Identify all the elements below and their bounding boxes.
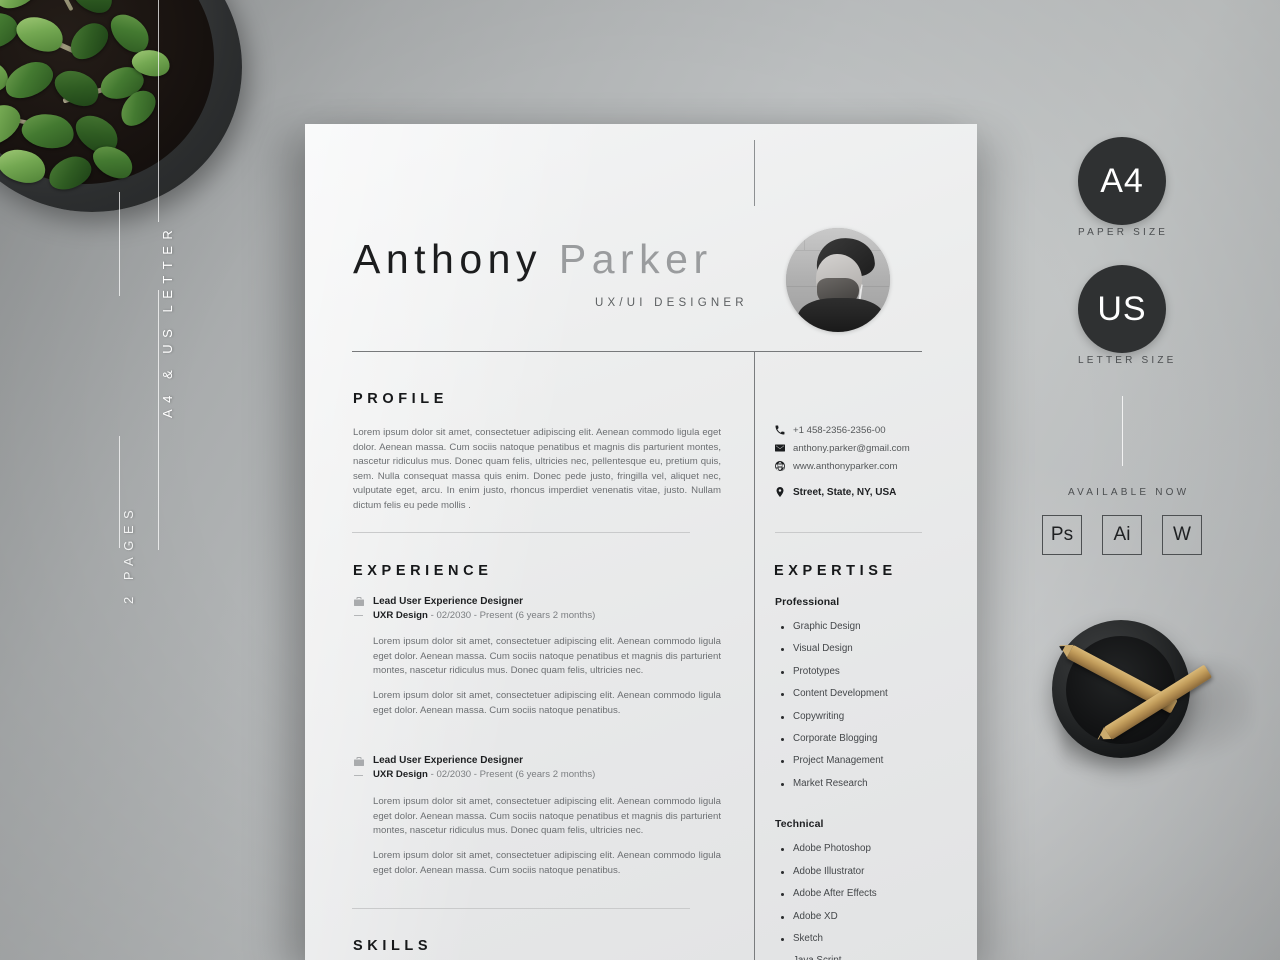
a4-badge-caption: PAPER SIZE <box>1078 227 1169 238</box>
briefcase-icon <box>353 596 365 607</box>
available-now-label: AVAILABLE NOW <box>1068 487 1190 498</box>
globe-icon <box>774 460 786 472</box>
experience-paragraph-2a: Lorem ipsum dolor sit amet, consectetuer… <box>373 796 721 837</box>
experience-company-1: UXR Design <box>373 610 428 621</box>
job-role-subtitle: UX/UI DESIGNER <box>595 297 748 309</box>
us-badge: US <box>1078 265 1166 353</box>
technical-item: Adobe Photoshop <box>781 843 871 854</box>
a4-us-letter-label: A4 & US LETTER <box>160 223 175 418</box>
avatar <box>786 228 890 332</box>
expertise-item: Content Development <box>781 688 888 699</box>
expertise-professional-label: Professional <box>775 596 840 608</box>
left-divider-line-pages <box>119 192 120 296</box>
first-name: Anthony <box>353 236 542 282</box>
word-format-badge: W <box>1162 515 1202 555</box>
experience-heading: EXPERIENCE <box>353 563 493 579</box>
page-title: Anthony Parker <box>353 236 713 283</box>
technical-item: Sketch <box>781 933 823 944</box>
contact-section-rule <box>775 532 922 533</box>
expertise-item: Prototypes <box>781 666 840 677</box>
experience-paragraph-2b: Lorem ipsum dolor sit amet, consectetuer… <box>373 850 721 876</box>
left-divider-line-bottom <box>119 436 120 548</box>
profile-text: Lorem ipsum dolor sit amet, consectetuer… <box>353 427 721 511</box>
experience-dash-2 <box>354 775 363 776</box>
website-value[interactable]: www.anthonyparker.com <box>793 461 898 472</box>
technical-item: Adobe Illustrator <box>780 866 865 877</box>
experience-meta-2: UXR Design - 02/2030 - Present (6 years … <box>373 769 595 780</box>
badge-divider-line <box>1122 396 1123 466</box>
left-divider-line-a4 <box>158 290 159 550</box>
technical-item: Java Script <box>793 955 841 960</box>
location-pin-icon <box>774 486 786 498</box>
technical-item: Adobe After Effects <box>781 888 877 899</box>
experience-title-1: Lead User Experience Designer <box>373 596 524 607</box>
experience-paragraph-1a: Lorem ipsum dolor sit amet, consectetuer… <box>373 636 721 677</box>
expertise-technical-label: Technical <box>775 818 824 830</box>
header-vertical-accent-line <box>754 140 755 206</box>
last-name: Parker <box>558 236 713 282</box>
column-divider <box>754 351 755 960</box>
experience-section-rule <box>352 908 690 909</box>
address-value: Street, State, NY, USA <box>793 487 897 498</box>
technical-item: Adobe XD <box>781 911 838 922</box>
email-icon <box>774 442 786 454</box>
avatar-torso <box>798 298 884 332</box>
experience-title-2: Lead User Experience Designer <box>373 755 524 766</box>
phone-icon <box>774 424 786 436</box>
experience-dates-2: - 02/2030 - Present (6 years 2 months) <box>427 769 596 780</box>
email-value[interactable]: anthony.parker@gmail.com <box>793 443 910 454</box>
experience-company-2: UXR Design <box>373 769 428 780</box>
potted-plant <box>0 0 242 212</box>
photoshop-format-badge: Ps <box>1042 515 1082 555</box>
expertise-item: Graphic Design <box>781 621 861 632</box>
expertise-item: Visual Design <box>781 643 853 654</box>
expertise-heading: EXPERTISE <box>774 563 897 579</box>
briefcase-icon <box>353 756 365 767</box>
us-badge-caption: LETTER SIZE <box>1078 355 1177 366</box>
expertise-item: Market Research <box>781 778 868 789</box>
header-rule <box>352 351 922 352</box>
experience-paragraph-1b: Lorem ipsum dolor sit amet, consectetuer… <box>373 690 721 716</box>
2-pages-label: 2 PAGES <box>121 503 136 604</box>
a4-badge: A4 <box>1078 137 1166 225</box>
profile-section-rule <box>352 532 690 533</box>
expertise-item: Project Management <box>780 755 884 766</box>
skills-heading: SKILLS <box>353 938 433 954</box>
expertise-item: Copywriting <box>780 711 845 722</box>
profile-heading: PROFILE <box>353 391 449 407</box>
expertise-item: Corporate Blogging <box>780 733 878 744</box>
illustrator-format-badge: Ai <box>1102 515 1142 555</box>
left-divider-line-top <box>158 0 159 222</box>
experience-dates-1: - 02/2030 - Present (6 years 2 months) <box>427 610 596 621</box>
experience-meta-1: UXR Design - 02/2030 - Present (6 years … <box>373 610 595 621</box>
phone-value[interactable]: +1 458-2356-2356-00 <box>793 425 886 436</box>
experience-dash-1 <box>354 615 363 616</box>
